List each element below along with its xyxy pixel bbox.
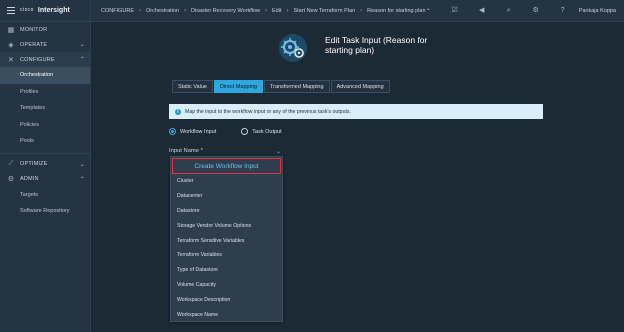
info-text: Map the input to the workflow input or a… xyxy=(185,108,351,115)
nav-operate-label: OPERATE xyxy=(20,41,48,48)
chevron-right-icon: › xyxy=(184,7,187,14)
sidebar-item-pools[interactable]: Pools xyxy=(0,133,90,150)
chevron-right-icon: › xyxy=(360,7,363,14)
operate-icon: ◈ xyxy=(8,41,14,49)
breadcrumb-orchestration[interactable]: Orchestration xyxy=(146,8,179,14)
search-icon[interactable]: ⌕ xyxy=(505,7,513,15)
tab-direct-mapping[interactable]: Direct Mapping xyxy=(213,80,263,93)
breadcrumb-task[interactable]: Start New Terraform Plan xyxy=(293,8,355,14)
nav-optimize-label: OPTIMIZE xyxy=(20,161,48,167)
chevron-down-icon[interactable]: ⌄ xyxy=(276,148,281,155)
admin-icon: ⚙ xyxy=(7,176,15,183)
top-bar: CONFIGURE › Orchestration › Disaster Rec… xyxy=(91,0,624,22)
dropdown-option[interactable]: Terraform Variables xyxy=(171,248,282,263)
dropdown-option[interactable]: Datastore xyxy=(171,204,282,219)
chevron-down-icon: ⌄ xyxy=(79,161,85,168)
breadcrumb-configure[interactable]: CONFIGURE xyxy=(101,8,134,14)
optimize-icon: ⟋ xyxy=(8,160,14,167)
sidebar: cisco Intersight ▦ MONITOR ◈ OPERATE ⌄ ✕… xyxy=(0,0,91,332)
dropdown-option[interactable]: Cluster xyxy=(171,174,282,189)
tab-static-value[interactable]: Static Value xyxy=(172,80,213,93)
app-name[interactable]: Intersight xyxy=(38,7,70,14)
create-workflow-input-button[interactable]: Create Workflow Input xyxy=(172,158,281,174)
sidebar-item-policies[interactable]: Policies xyxy=(0,117,90,134)
dropdown-option[interactable]: Workspace Description xyxy=(171,292,282,307)
dropdown-option[interactable]: Volume Capacity xyxy=(171,278,282,293)
nav-admin-label: ADMIN xyxy=(20,176,39,182)
page-title: Edit Task Input (Reason for starting pla… xyxy=(325,35,428,55)
workflow-input-label[interactable]: Workflow Input xyxy=(180,129,216,135)
input-name-dropdown: Create Workflow Input Cluster Datacenter… xyxy=(170,156,283,322)
nav-operate[interactable]: ◈ OPERATE ⌄ xyxy=(0,37,90,52)
nav-admin[interactable]: ⚙ ADMIN ⌃ xyxy=(0,172,90,187)
sidebar-item-templates[interactable]: Templates xyxy=(0,100,90,117)
checklist-icon[interactable]: ☑ xyxy=(451,7,459,15)
sidebar-item-orchestration[interactable]: Orchestration xyxy=(0,67,90,84)
cisco-logo: cisco xyxy=(20,7,34,13)
workflow-input-radio[interactable] xyxy=(169,128,176,135)
chevron-up-icon: ⌃ xyxy=(79,57,85,63)
info-banner: i Map the input to the workflow input or… xyxy=(169,104,543,119)
configure-icon: ✕ xyxy=(7,56,15,64)
main-content: Edit Task Input (Reason for starting pla… xyxy=(92,23,624,332)
user-name[interactable]: Pankaja Koppa xyxy=(579,8,616,14)
breadcrumb-workflow[interactable]: Disaster Recovery Workflow xyxy=(191,8,260,14)
bell-icon[interactable]: ◔ xyxy=(424,7,432,15)
chevron-right-icon: › xyxy=(139,7,141,14)
megaphone-icon[interactable]: ◀ xyxy=(478,7,486,15)
brand-bar: cisco Intersight xyxy=(0,0,90,22)
menu-icon[interactable] xyxy=(7,7,15,14)
gears-illustration-icon xyxy=(279,34,307,62)
chevron-up-icon: ⌃ xyxy=(79,176,85,183)
task-output-label[interactable]: Task Output xyxy=(252,129,281,135)
dropdown-option[interactable]: Terraform Sensitive Variables xyxy=(171,233,282,248)
help-icon[interactable]: ? xyxy=(559,7,567,15)
mapping-tabs: Static Value Direct Mapping Transformed … xyxy=(172,80,391,93)
nav-configure[interactable]: ✕ CONFIGURE ⌃ xyxy=(0,52,90,67)
dropdown-option[interactable]: Storage Vendor Volume Options xyxy=(171,218,282,233)
input-name-label: Input Name * xyxy=(169,148,203,154)
info-icon: i xyxy=(175,108,181,115)
breadcrumb-edit[interactable]: Edit xyxy=(272,8,281,14)
nav-configure-label: CONFIGURE xyxy=(20,56,55,63)
task-output-radio[interactable] xyxy=(241,128,249,135)
sidebar-divider xyxy=(0,152,90,154)
nav-monitor[interactable]: ▦ MONITOR xyxy=(0,22,90,37)
nav-optimize[interactable]: ⟋ OPTIMIZE ⌄ xyxy=(0,157,90,172)
tab-advanced-mapping[interactable]: Advanced Mapping xyxy=(330,80,390,93)
gear-icon[interactable]: ⚙ xyxy=(532,7,540,15)
chevron-right-icon: › xyxy=(286,7,289,14)
monitor-icon: ▦ xyxy=(7,26,15,34)
input-source-radios: Workflow Input Task Output xyxy=(169,128,307,135)
sidebar-item-profiles[interactable]: Profiles xyxy=(0,84,90,101)
dropdown-option[interactable]: Workspace Name xyxy=(171,307,282,322)
chevron-down-icon: ⌄ xyxy=(79,42,85,48)
dropdown-option[interactable]: Datacenter xyxy=(171,189,282,204)
dropdown-option[interactable]: Type of Datastore xyxy=(171,263,282,278)
top-icons: ◔ ☑ ◀ ⌕ ⚙ ? Pankaja Koppa xyxy=(405,0,616,22)
nav-monitor-label: MONITOR xyxy=(20,26,48,33)
sidebar-item-targets[interactable]: Targets xyxy=(0,187,90,204)
sidebar-item-software-repository[interactable]: Software Repository xyxy=(0,203,90,220)
chevron-right-icon: › xyxy=(265,7,267,14)
tab-transformed-mapping[interactable]: Transformed Mapping xyxy=(263,80,330,93)
